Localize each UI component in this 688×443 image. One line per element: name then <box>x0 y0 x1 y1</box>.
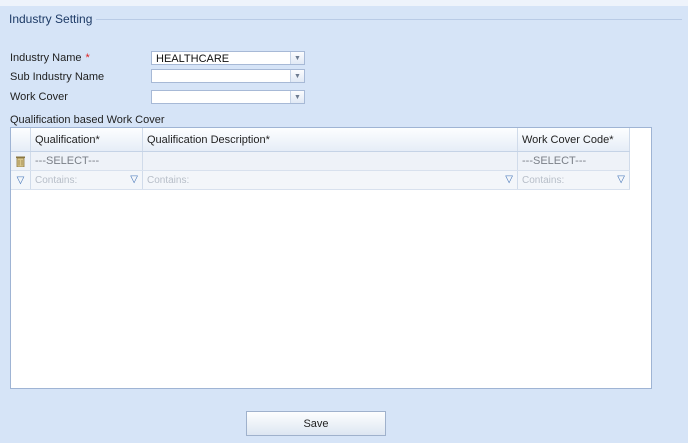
sub-industry-name-label: Sub Industry Name <box>10 71 105 83</box>
column-header-qualification-description[interactable]: Qualification Description* <box>143 128 518 151</box>
grid-new-row: ---SELECT--- ---SELECT--- <box>11 152 630 171</box>
fieldset-divider <box>96 19 682 20</box>
filter-description-input[interactable]: Contains: ▽ <box>143 171 518 189</box>
work-cover-select[interactable]: ▼ <box>151 90 305 104</box>
section-legend: Industry Setting <box>9 12 93 26</box>
trash-icon[interactable] <box>11 152 31 170</box>
new-row-work-cover-code-select[interactable]: ---SELECT--- <box>518 152 630 170</box>
industry-name-label: Industry Name * <box>10 52 90 64</box>
chevron-down-icon[interactable]: ▼ <box>290 52 304 64</box>
work-cover-code-select-text: ---SELECT--- <box>522 155 587 167</box>
top-strip <box>0 0 688 6</box>
filter-qualification-input[interactable]: Contains: ▽ <box>31 171 143 189</box>
filter-placeholder: Contains: <box>147 174 190 186</box>
filter-icon[interactable]: ▽ <box>17 175 25 186</box>
qualification-grid: Qualification* Qualification Description… <box>10 127 652 389</box>
grid-header-spacer <box>11 128 31 151</box>
filter-placeholder: Contains: <box>522 174 565 186</box>
filter-placeholder: Contains: <box>35 174 78 186</box>
required-marker: * <box>85 52 90 64</box>
qualification-select-text: ---SELECT--- <box>35 155 100 167</box>
filter-icon[interactable]: ▽ <box>130 175 138 185</box>
filter-icon[interactable]: ▽ <box>617 175 625 185</box>
industry-name-select[interactable]: HEALTHCARE ▼ <box>151 51 305 65</box>
column-header-qualification[interactable]: Qualification* <box>31 128 143 151</box>
column-header-work-cover-code[interactable]: Work Cover Code* <box>518 128 630 151</box>
grid-header-row: Qualification* Qualification Description… <box>11 128 630 152</box>
filter-row-icon-cell: ▽ <box>11 171 31 189</box>
industry-name-value: HEALTHCARE <box>156 53 230 65</box>
sub-industry-name-select[interactable]: ▼ <box>151 69 305 83</box>
chevron-down-icon[interactable]: ▼ <box>290 91 304 103</box>
industry-name-label-text: Industry Name <box>10 52 82 64</box>
new-row-qualification-select[interactable]: ---SELECT--- <box>31 152 143 170</box>
work-cover-label: Work Cover <box>10 91 68 103</box>
filter-icon[interactable]: ▽ <box>505 175 513 185</box>
grid-filter-row: ▽ Contains: ▽ Contains: ▽ Contains: ▽ <box>11 171 630 190</box>
chevron-down-icon[interactable]: ▼ <box>290 70 304 82</box>
new-row-description[interactable] <box>143 152 518 170</box>
save-button[interactable]: Save <box>246 411 386 436</box>
grid-title: Qualification based Work Cover <box>10 114 165 126</box>
filter-work-cover-code-input[interactable]: Contains: ▽ <box>518 171 630 189</box>
